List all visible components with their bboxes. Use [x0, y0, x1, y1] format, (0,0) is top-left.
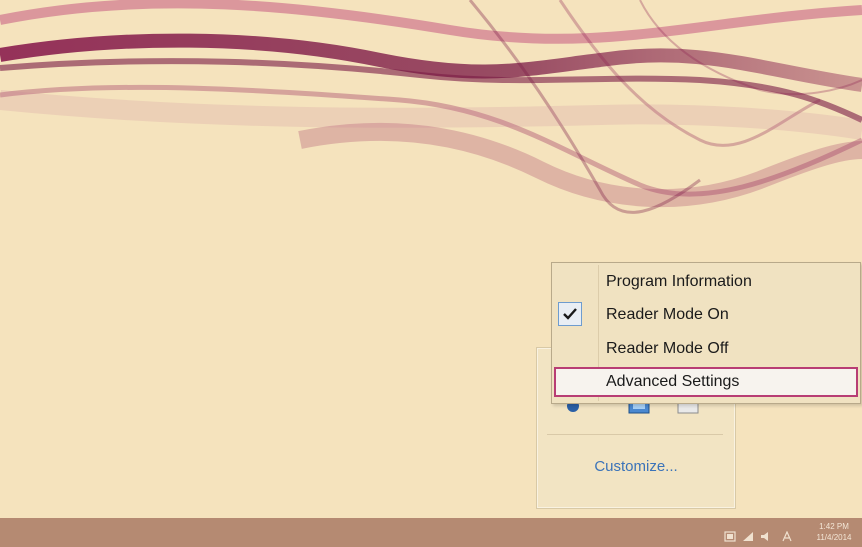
- volume-icon[interactable]: [760, 527, 772, 541]
- clock[interactable]: 1:42 PM 11/4/2014: [812, 521, 856, 543]
- menu-item-advanced-settings[interactable]: Advanced Settings: [554, 367, 858, 397]
- reader-mode-icon[interactable]: [781, 527, 793, 542]
- customize-link[interactable]: Customize...: [537, 458, 735, 475]
- taskbar: 1:42 PM 11/4/2014: [0, 518, 862, 547]
- clock-date: 11/4/2014: [816, 533, 852, 542]
- menu-item-label: Reader Mode On: [606, 306, 729, 323]
- checkmark-icon: [558, 302, 582, 326]
- clock-time: 1:42 PM: [819, 522, 849, 531]
- context-menu: Program Information Reader Mode On Reade…: [551, 262, 861, 404]
- menu-item-reader-mode-on[interactable]: Reader Mode On: [554, 299, 858, 331]
- menu-item-reader-mode-off[interactable]: Reader Mode Off: [554, 333, 858, 365]
- menu-item-label: Reader Mode Off: [606, 340, 729, 357]
- action-center-icon[interactable]: [724, 527, 736, 542]
- menu-item-label: Advanced Settings: [606, 373, 740, 390]
- menu-item-label: Program Information: [606, 273, 752, 290]
- menu-item-program-information[interactable]: Program Information: [554, 266, 858, 298]
- network-icon[interactable]: [742, 527, 754, 541]
